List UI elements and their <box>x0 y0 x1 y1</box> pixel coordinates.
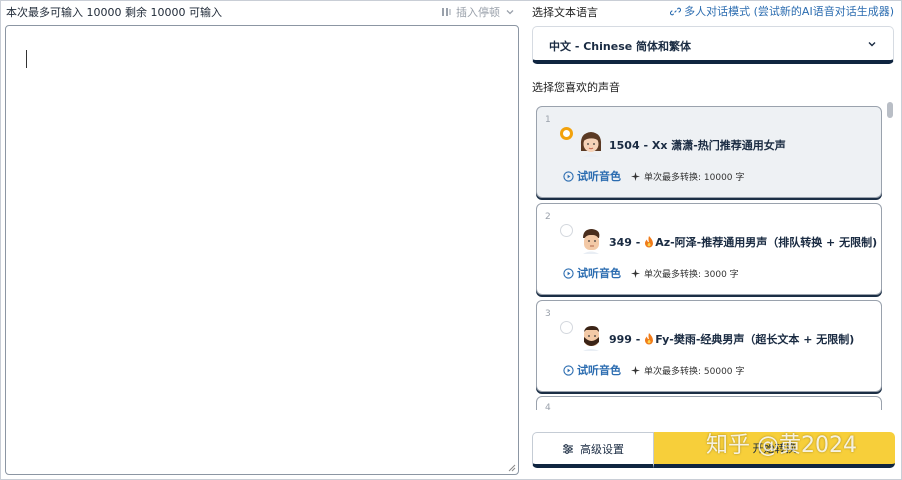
bearded-male-avatar-icon <box>583 326 599 351</box>
voice-index: 3 <box>545 309 551 319</box>
max-conversion-text: 单次最多转换: 50000 字 <box>644 367 745 377</box>
pause-insert-icon <box>442 8 451 16</box>
voice-name-text: 1504 - Xx 潇潇-热门推荐通用女声 <box>609 139 786 152</box>
resize-grip-icon[interactable] <box>506 462 516 472</box>
max-conversion-text: 单次最多转换: 10000 字 <box>644 173 745 183</box>
female-avatar-icon <box>580 132 602 157</box>
scrollbar-thumb[interactable] <box>887 102 893 118</box>
text-input-area[interactable] <box>5 25 519 475</box>
voice-index: 2 <box>545 212 551 222</box>
language-select[interactable]: 中文 - Chinese 简体和繁体 <box>532 26 894 64</box>
voice-list-scrollbar[interactable] <box>885 100 893 410</box>
voice-card[interactable]: 3 999 - Fy-樊雨-经典男声（超长文本 + 无限制) 试听音色 单次最多… <box>536 300 882 392</box>
voice-name: 349 - Az-阿泽-推荐通用男声（排队转换 + 无限制) <box>609 234 877 250</box>
voice-id-text: 999 - <box>609 333 645 346</box>
voice-radio[interactable] <box>560 224 573 237</box>
multi-dialogue-link-text: 多人对话模式 (尝试新的AI语音对话生成器) <box>684 5 894 18</box>
sparkle-icon <box>631 269 640 278</box>
play-circle-icon <box>563 364 574 376</box>
char-limit-text: 本次最多可输入 10000 剩余 10000 可输入 <box>6 6 222 19</box>
play-circle-icon <box>563 267 574 279</box>
voice-card[interactable]: 2 349 - Az-阿泽-推荐通用男声（排队转换 + 无限制) 试听音色 单次… <box>536 203 882 295</box>
preview-voice-button[interactable]: 试听音色 <box>563 362 621 378</box>
chevron-down-icon <box>506 10 514 15</box>
preview-label: 试听音色 <box>577 364 621 377</box>
voice-card[interactable]: 1 1504 - Xx 潇潇-热门推荐通用女声 试听音色 单次最多转换: 100… <box>536 106 882 198</box>
max-conversion-info: 单次最多转换: 3000 字 <box>631 267 739 280</box>
voice-name-text: Az-阿泽-推荐通用男声（排队转换 + 无限制) <box>655 236 878 249</box>
link-icon <box>670 7 682 15</box>
max-conversion-text: 单次最多转换: 3000 字 <box>644 270 739 280</box>
voice-card[interactable]: 4 <box>536 396 882 410</box>
voice-name: 1504 - Xx 潇潇-热门推荐通用女声 <box>609 137 786 153</box>
sliders-icon <box>563 443 573 454</box>
voice-radio[interactable] <box>560 321 573 334</box>
insert-pause-label: 插入停顿 <box>456 6 500 19</box>
language-selected-value: 中文 - Chinese 简体和繁体 <box>549 40 692 53</box>
voice-section-label: 选择您喜欢的声音 <box>532 81 620 94</box>
preview-label: 试听音色 <box>577 170 621 183</box>
language-section-label: 选择文本语言 <box>532 6 598 19</box>
preview-label: 试听音色 <box>577 267 621 280</box>
voice-index: 4 <box>545 403 551 410</box>
advanced-settings-button[interactable]: 高级设置 <box>532 432 654 468</box>
multi-dialogue-link[interactable]: 多人对话模式 (尝试新的AI语音对话生成器) <box>670 3 894 19</box>
flame-icon <box>645 236 654 248</box>
sparkle-icon <box>631 172 640 181</box>
sparkle-icon <box>631 366 640 375</box>
voice-radio[interactable] <box>560 127 573 140</box>
editor-header: 本次最多可输入 10000 剩余 10000 可输入 插入停顿 <box>6 4 520 20</box>
preview-voice-button[interactable]: 试听音色 <box>563 168 621 184</box>
voice-name-text: Fy-樊雨-经典男声（超长文本 + 无限制) <box>655 333 855 346</box>
play-circle-icon <box>563 170 574 182</box>
voice-name: 999 - Fy-樊雨-经典男声（超长文本 + 无限制) <box>609 331 854 347</box>
voice-id-text: 349 - <box>609 236 645 249</box>
advanced-settings-label: 高级设置 <box>580 442 624 456</box>
max-conversion-info: 单次最多转换: 10000 字 <box>631 170 744 183</box>
start-conversion-button[interactable]: 开始转换 <box>654 432 895 468</box>
voice-list: 1 1504 - Xx 潇潇-热门推荐通用女声 试听音色 单次最多转换: 100… <box>532 100 898 410</box>
voice-index: 1 <box>545 115 551 125</box>
preview-voice-button[interactable]: 试听音色 <box>563 265 621 281</box>
chevron-down-icon <box>868 42 876 47</box>
flame-icon <box>645 333 654 345</box>
start-conversion-label: 开始转换 <box>752 442 797 455</box>
insert-pause-button[interactable]: 插入停顿 <box>440 4 516 20</box>
text-caret <box>26 50 27 68</box>
max-conversion-info: 单次最多转换: 50000 字 <box>631 364 744 377</box>
male-avatar-icon <box>583 229 600 254</box>
